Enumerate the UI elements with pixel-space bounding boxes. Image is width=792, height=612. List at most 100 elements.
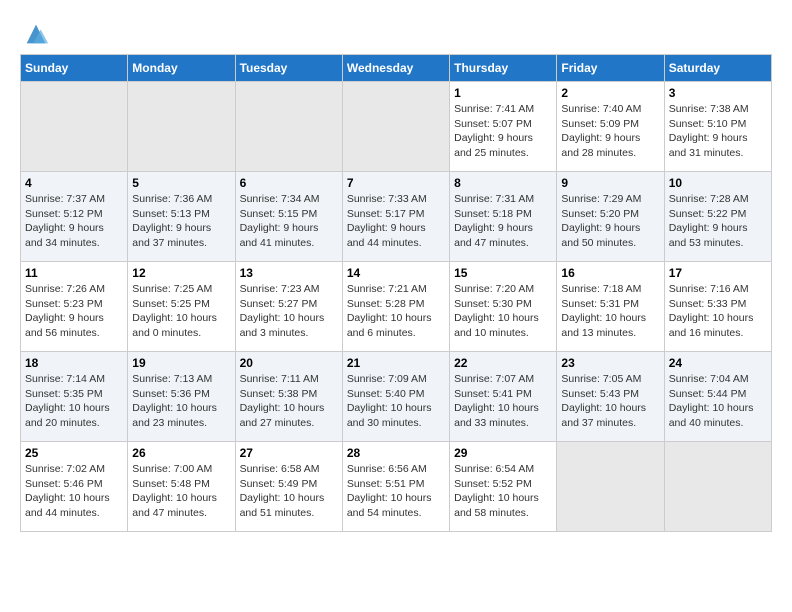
calendar-cell: 14 Sunrise: 7:21 AMSunset: 5:28 PMDayligh… [342,262,449,352]
calendar-cell: 22 Sunrise: 7:07 AMSunset: 5:41 PMDayligh… [450,352,557,442]
day-info: Sunrise: 7:40 AMSunset: 5:09 PMDaylight:… [561,102,659,161]
calendar-cell: 16 Sunrise: 7:18 AMSunset: 5:31 PMDayligh… [557,262,664,352]
page-header [20,20,772,48]
day-info: Sunrise: 7:16 AMSunset: 5:33 PMDaylight:… [669,282,767,341]
day-number: 12 [132,266,230,280]
day-header-sunday: Sunday [21,55,128,82]
calendar-cell: 6 Sunrise: 7:34 AMSunset: 5:15 PMDaylight… [235,172,342,262]
calendar-week-row: 1 Sunrise: 7:41 AMSunset: 5:07 PMDaylight… [21,82,772,172]
day-info: Sunrise: 7:13 AMSunset: 5:36 PMDaylight:… [132,372,230,431]
day-number: 6 [240,176,338,190]
day-header-monday: Monday [128,55,235,82]
calendar-week-row: 18 Sunrise: 7:14 AMSunset: 5:35 PMDayligh… [21,352,772,442]
day-number: 15 [454,266,552,280]
calendar-cell: 11 Sunrise: 7:26 AMSunset: 5:23 PMDayligh… [21,262,128,352]
day-info: Sunrise: 7:00 AMSunset: 5:48 PMDaylight:… [132,462,230,521]
calendar-cell: 8 Sunrise: 7:31 AMSunset: 5:18 PMDaylight… [450,172,557,262]
calendar-cell: 20 Sunrise: 7:11 AMSunset: 5:38 PMDayligh… [235,352,342,442]
day-info: Sunrise: 7:21 AMSunset: 5:28 PMDaylight:… [347,282,445,341]
calendar-week-row: 11 Sunrise: 7:26 AMSunset: 5:23 PMDayligh… [21,262,772,352]
day-info: Sunrise: 7:28 AMSunset: 5:22 PMDaylight:… [669,192,767,251]
calendar-cell [664,442,771,532]
calendar-cell [557,442,664,532]
day-info: Sunrise: 7:36 AMSunset: 5:13 PMDaylight:… [132,192,230,251]
day-number: 29 [454,446,552,460]
calendar-cell [21,82,128,172]
day-number: 26 [132,446,230,460]
day-number: 24 [669,356,767,370]
day-number: 8 [454,176,552,190]
logo [20,20,50,48]
calendar-cell [342,82,449,172]
calendar-cell: 12 Sunrise: 7:25 AMSunset: 5:25 PMDayligh… [128,262,235,352]
day-number: 3 [669,86,767,100]
day-number: 5 [132,176,230,190]
calendar-cell: 10 Sunrise: 7:28 AMSunset: 5:22 PMDayligh… [664,172,771,262]
day-header-saturday: Saturday [664,55,771,82]
day-info: Sunrise: 7:23 AMSunset: 5:27 PMDaylight:… [240,282,338,341]
calendar-cell: 28 Sunrise: 6:56 AMSunset: 5:51 PMDayligh… [342,442,449,532]
day-header-tuesday: Tuesday [235,55,342,82]
calendar-cell: 17 Sunrise: 7:16 AMSunset: 5:33 PMDayligh… [664,262,771,352]
calendar-cell: 2 Sunrise: 7:40 AMSunset: 5:09 PMDaylight… [557,82,664,172]
day-info: Sunrise: 7:29 AMSunset: 5:20 PMDaylight:… [561,192,659,251]
day-info: Sunrise: 7:31 AMSunset: 5:18 PMDaylight:… [454,192,552,251]
calendar-cell: 23 Sunrise: 7:05 AMSunset: 5:43 PMDayligh… [557,352,664,442]
day-number: 16 [561,266,659,280]
calendar-cell: 3 Sunrise: 7:38 AMSunset: 5:10 PMDaylight… [664,82,771,172]
day-info: Sunrise: 7:09 AMSunset: 5:40 PMDaylight:… [347,372,445,431]
day-number: 18 [25,356,123,370]
day-number: 4 [25,176,123,190]
day-number: 22 [454,356,552,370]
calendar-cell [235,82,342,172]
day-info: Sunrise: 6:58 AMSunset: 5:49 PMDaylight:… [240,462,338,521]
day-number: 27 [240,446,338,460]
calendar-cell: 7Sunrise: 7:33 AMSunset: 5:17 PMDaylight… [342,172,449,262]
calendar-week-row: 4 Sunrise: 7:37 AMSunset: 5:12 PMDaylight… [21,172,772,262]
day-info: Sunrise: 7:33 AMSunset: 5:17 PMDaylight:… [347,192,445,251]
day-info: Sunrise: 7:04 AMSunset: 5:44 PMDaylight:… [669,372,767,431]
calendar-cell: 19Sunrise: 7:13 AMSunset: 5:36 PMDayligh… [128,352,235,442]
day-info: Sunrise: 7:18 AMSunset: 5:31 PMDaylight:… [561,282,659,341]
logo-icon [22,20,50,48]
day-number: 28 [347,446,445,460]
day-info: Sunrise: 7:34 AMSunset: 5:15 PMDaylight:… [240,192,338,251]
calendar-cell: 26 Sunrise: 7:00 AMSunset: 5:48 PMDayligh… [128,442,235,532]
day-number: 17 [669,266,767,280]
day-number: 2 [561,86,659,100]
calendar-header-row: SundayMondayTuesdayWednesdayThursdayFrid… [21,55,772,82]
calendar-cell: 27 Sunrise: 6:58 AMSunset: 5:49 PMDayligh… [235,442,342,532]
calendar-cell: 13Sunrise: 7:23 AMSunset: 5:27 PMDayligh… [235,262,342,352]
day-number: 11 [25,266,123,280]
calendar-cell: 29Sunrise: 6:54 AMSunset: 5:52 PMDayligh… [450,442,557,532]
day-info: Sunrise: 7:26 AMSunset: 5:23 PMDaylight:… [25,282,123,341]
day-number: 10 [669,176,767,190]
day-info: Sunrise: 7:41 AMSunset: 5:07 PMDaylight:… [454,102,552,161]
calendar-cell [128,82,235,172]
day-info: Sunrise: 7:14 AMSunset: 5:35 PMDaylight:… [25,372,123,431]
day-number: 1 [454,86,552,100]
day-header-thursday: Thursday [450,55,557,82]
day-info: Sunrise: 7:25 AMSunset: 5:25 PMDaylight:… [132,282,230,341]
day-info: Sunrise: 7:38 AMSunset: 5:10 PMDaylight:… [669,102,767,161]
day-info: Sunrise: 7:20 AMSunset: 5:30 PMDaylight:… [454,282,552,341]
calendar-cell: 21Sunrise: 7:09 AMSunset: 5:40 PMDayligh… [342,352,449,442]
day-info: Sunrise: 7:11 AMSunset: 5:38 PMDaylight:… [240,372,338,431]
calendar-cell: 18 Sunrise: 7:14 AMSunset: 5:35 PMDayligh… [21,352,128,442]
day-info: Sunrise: 7:05 AMSunset: 5:43 PMDaylight:… [561,372,659,431]
day-number: 14 [347,266,445,280]
day-number: 9 [561,176,659,190]
calendar-cell: 4 Sunrise: 7:37 AMSunset: 5:12 PMDaylight… [21,172,128,262]
day-number: 23 [561,356,659,370]
day-info: Sunrise: 7:37 AMSunset: 5:12 PMDaylight:… [25,192,123,251]
calendar-cell: 1 Sunrise: 7:41 AMSunset: 5:07 PMDaylight… [450,82,557,172]
day-number: 20 [240,356,338,370]
calendar-cell: 5 Sunrise: 7:36 AMSunset: 5:13 PMDaylight… [128,172,235,262]
day-number: 25 [25,446,123,460]
day-header-friday: Friday [557,55,664,82]
day-info: Sunrise: 6:56 AMSunset: 5:51 PMDaylight:… [347,462,445,521]
calendar-cell: 24 Sunrise: 7:04 AMSunset: 5:44 PMDayligh… [664,352,771,442]
day-info: Sunrise: 7:02 AMSunset: 5:46 PMDaylight:… [25,462,123,521]
day-info: Sunrise: 7:07 AMSunset: 5:41 PMDaylight:… [454,372,552,431]
calendar-cell: 15 Sunrise: 7:20 AMSunset: 5:30 PMDayligh… [450,262,557,352]
